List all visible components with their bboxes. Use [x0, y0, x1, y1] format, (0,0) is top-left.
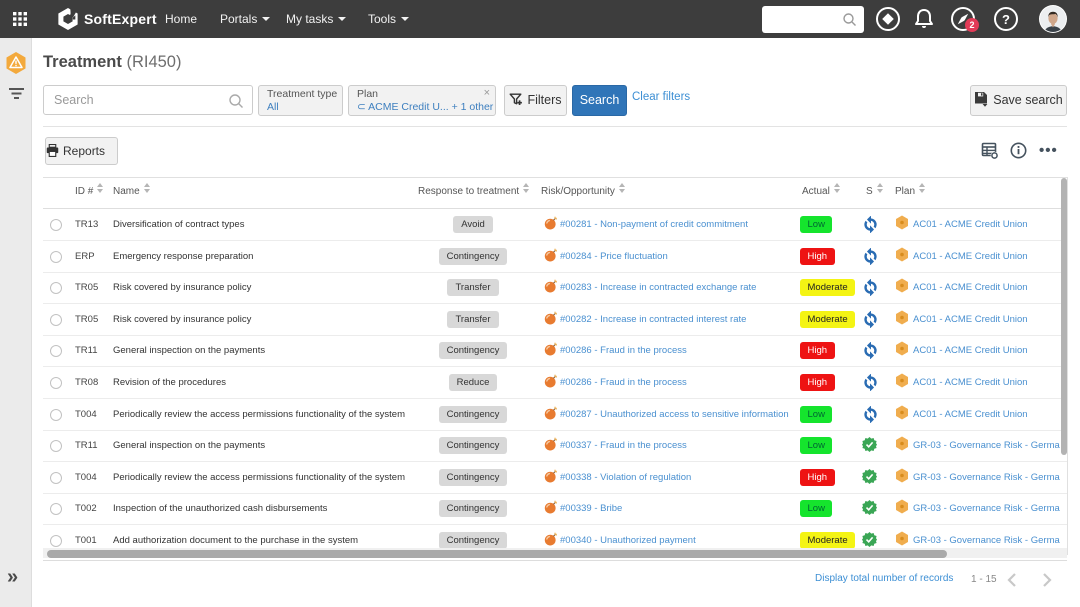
svg-text:?: ? [1002, 12, 1010, 27]
